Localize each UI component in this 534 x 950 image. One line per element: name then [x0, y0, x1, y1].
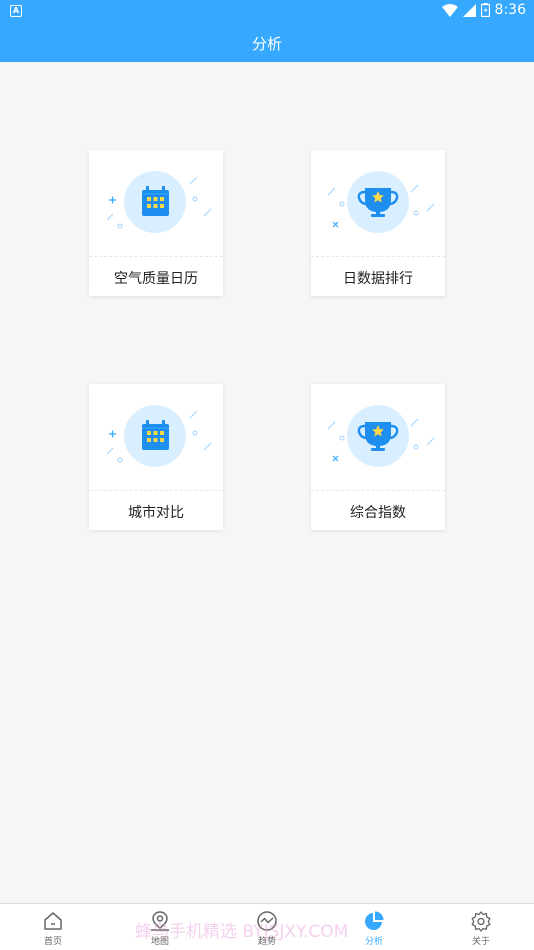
page-title: 分析 — [251, 34, 282, 53]
status-icons: 8:36 — [441, 2, 526, 18]
wifi-icon — [441, 3, 458, 17]
nav-label: 首页 — [43, 937, 62, 947]
card-divider — [89, 256, 223, 257]
notification-icon: A — [10, 5, 22, 17]
nav-label: 关于 — [471, 937, 490, 947]
battery-icon — [480, 3, 490, 17]
card-label: 空气质量日历 — [114, 271, 198, 287]
card-divider — [311, 256, 445, 257]
card-label: 日数据排行 — [343, 271, 413, 287]
watermark: 蜂鸟手机精选 BYJSJXY.COM — [135, 922, 349, 942]
card-label: 城市对比 — [128, 505, 184, 521]
status-bar: A 8:36 — [0, 0, 534, 24]
calendar-illustration — [106, 171, 212, 233]
card-air-quality-calendar[interactable]: 空气质量日历 — [89, 150, 223, 296]
trophy-illustration — [327, 171, 435, 233]
card-divider — [311, 490, 445, 491]
calendar-icon — [142, 186, 169, 216]
calendar-icon — [142, 420, 169, 450]
nav-item-analysis[interactable]: 分析 — [344, 910, 404, 947]
card-divider — [89, 490, 223, 491]
signal-icon — [462, 3, 476, 17]
nav-item-about[interactable]: 关于 — [451, 910, 511, 947]
trophy-illustration — [327, 405, 435, 467]
status-time: 8:36 — [494, 2, 526, 18]
card-composite-index[interactable]: 综合指数 — [311, 384, 445, 530]
card-daily-ranking[interactable]: 日数据排行 — [311, 150, 445, 296]
nav-label: 分析 — [364, 937, 383, 947]
nav-item-home[interactable]: 首页 — [23, 910, 83, 947]
home-icon — [44, 912, 62, 930]
calendar-illustration — [106, 405, 212, 467]
card-label: 综合指数 — [350, 505, 406, 521]
gear-icon — [471, 911, 491, 932]
card-city-compare[interactable]: 城市对比 — [89, 384, 223, 530]
app-bar: 分析 — [0, 24, 534, 62]
pie-chart-icon — [365, 911, 384, 930]
